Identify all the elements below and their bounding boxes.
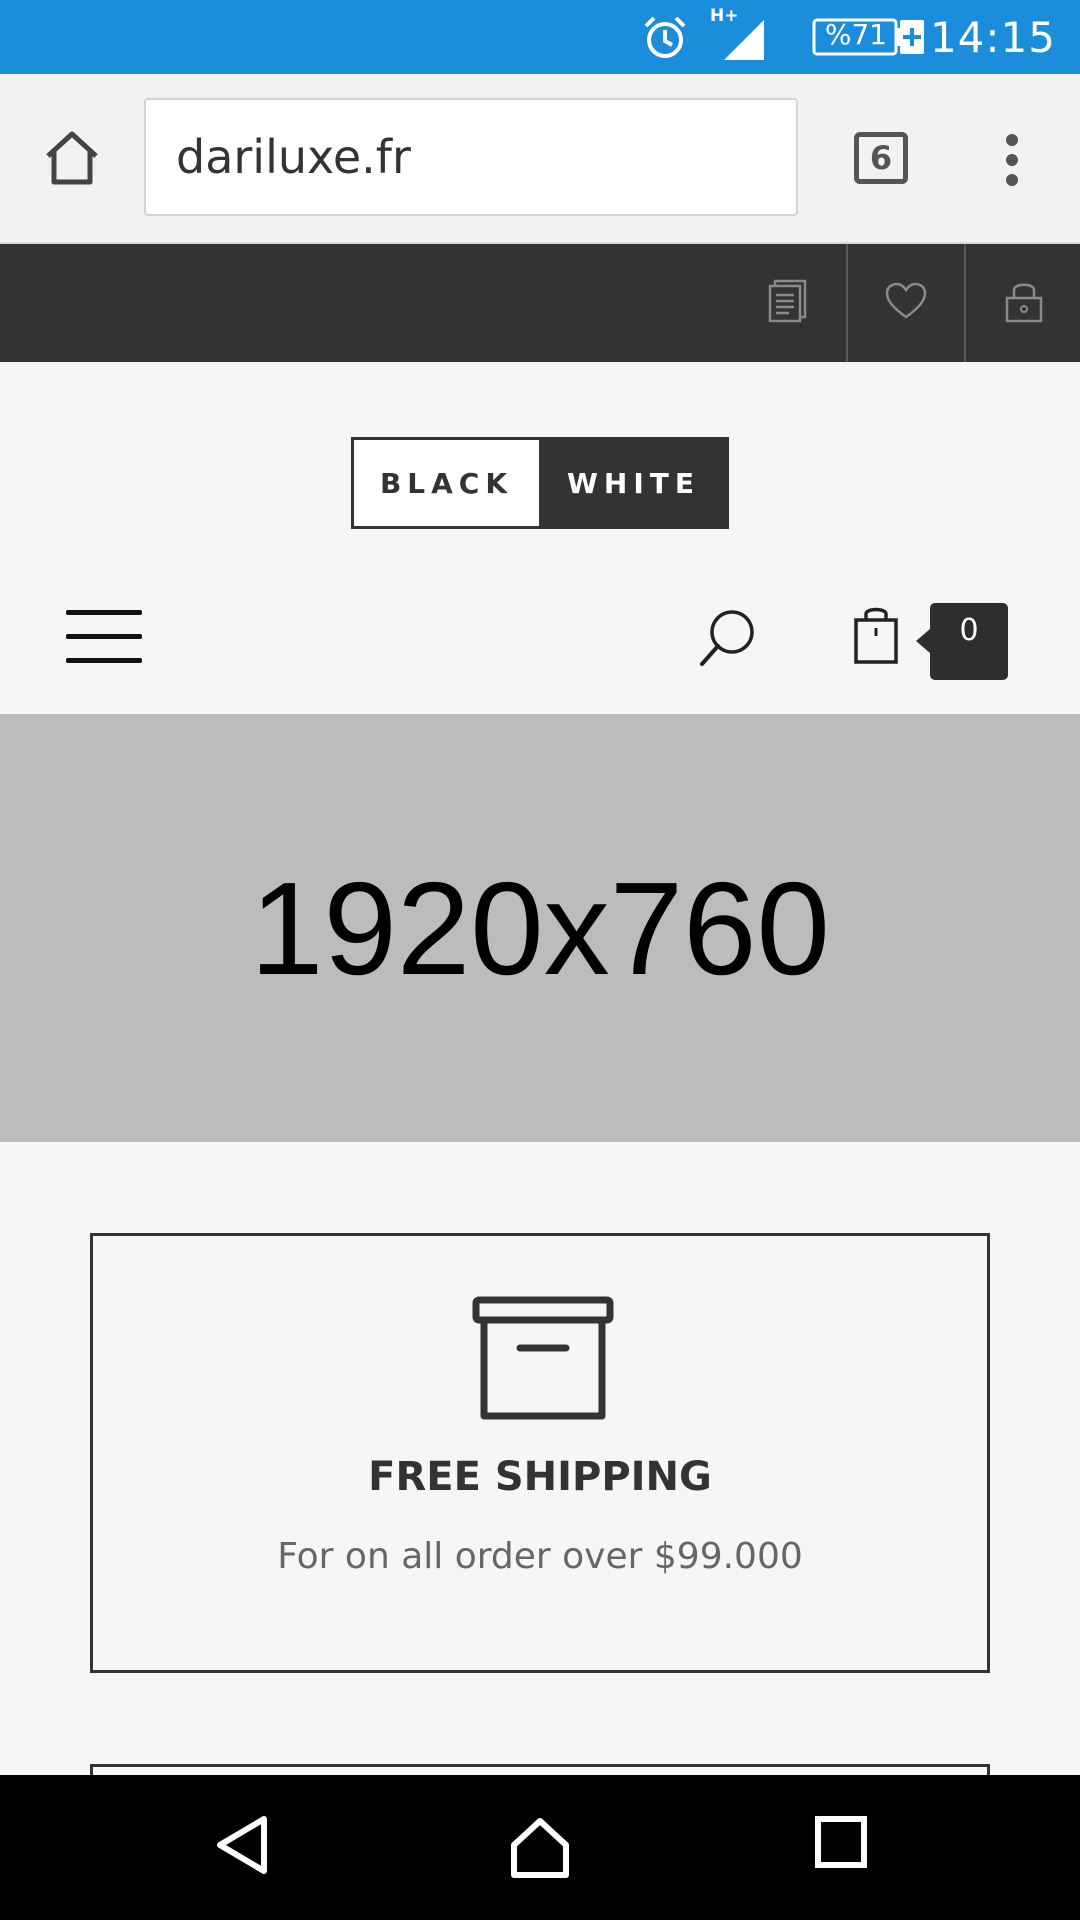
feature-description: For on all order over $99.000 [277,1536,803,1577]
home-nav-icon[interactable] [508,1815,572,1883]
hero-banner[interactable]: 1920x760 [0,714,1080,1142]
logo-left-text: BLACK [354,440,541,526]
banner-placeholder-text: 1920x760 [250,854,830,1002]
back-icon[interactable] [214,1815,270,1879]
more-vertical-icon[interactable] [1000,132,1024,192]
archive-box-icon [472,1296,614,1426]
browser-toolbar: dariluxe.fr 6 [0,74,1080,244]
notes-icon [767,279,809,327]
login-button[interactable] [966,244,1080,362]
clock: 14:15 [929,13,1056,62]
feature-card: FREE SHIPPING For on all order over $99.… [90,1233,990,1673]
address-bar[interactable]: dariluxe.fr [144,98,798,216]
site-logo[interactable]: BLACK WHITE [351,437,729,529]
battery-level: %71 [824,18,888,51]
recents-icon[interactable] [814,1815,870,1875]
url-text: dariluxe.fr [176,130,411,184]
heart-icon [884,281,928,325]
site-topbar [0,244,1080,362]
feature-title: FREE SHIPPING [368,1454,712,1500]
home-icon[interactable] [42,128,102,192]
search-icon[interactable] [696,606,760,674]
alarm-icon [640,14,690,66]
cart-count-badge[interactable]: 0 [916,603,1008,680]
lock-icon [1004,278,1044,328]
logo-right-text: WHITE [541,440,726,526]
signal-icon [720,14,768,66]
wishlist-button[interactable] [848,244,964,362]
notes-button[interactable] [730,244,846,362]
tab-switcher-button[interactable]: 6 [854,132,908,184]
shopping-bag-icon[interactable] [852,606,900,670]
system-nav-bar [0,1775,1080,1920]
status-bar: H+ %71 14:15 [0,0,1080,74]
menu-icon[interactable] [66,608,144,670]
